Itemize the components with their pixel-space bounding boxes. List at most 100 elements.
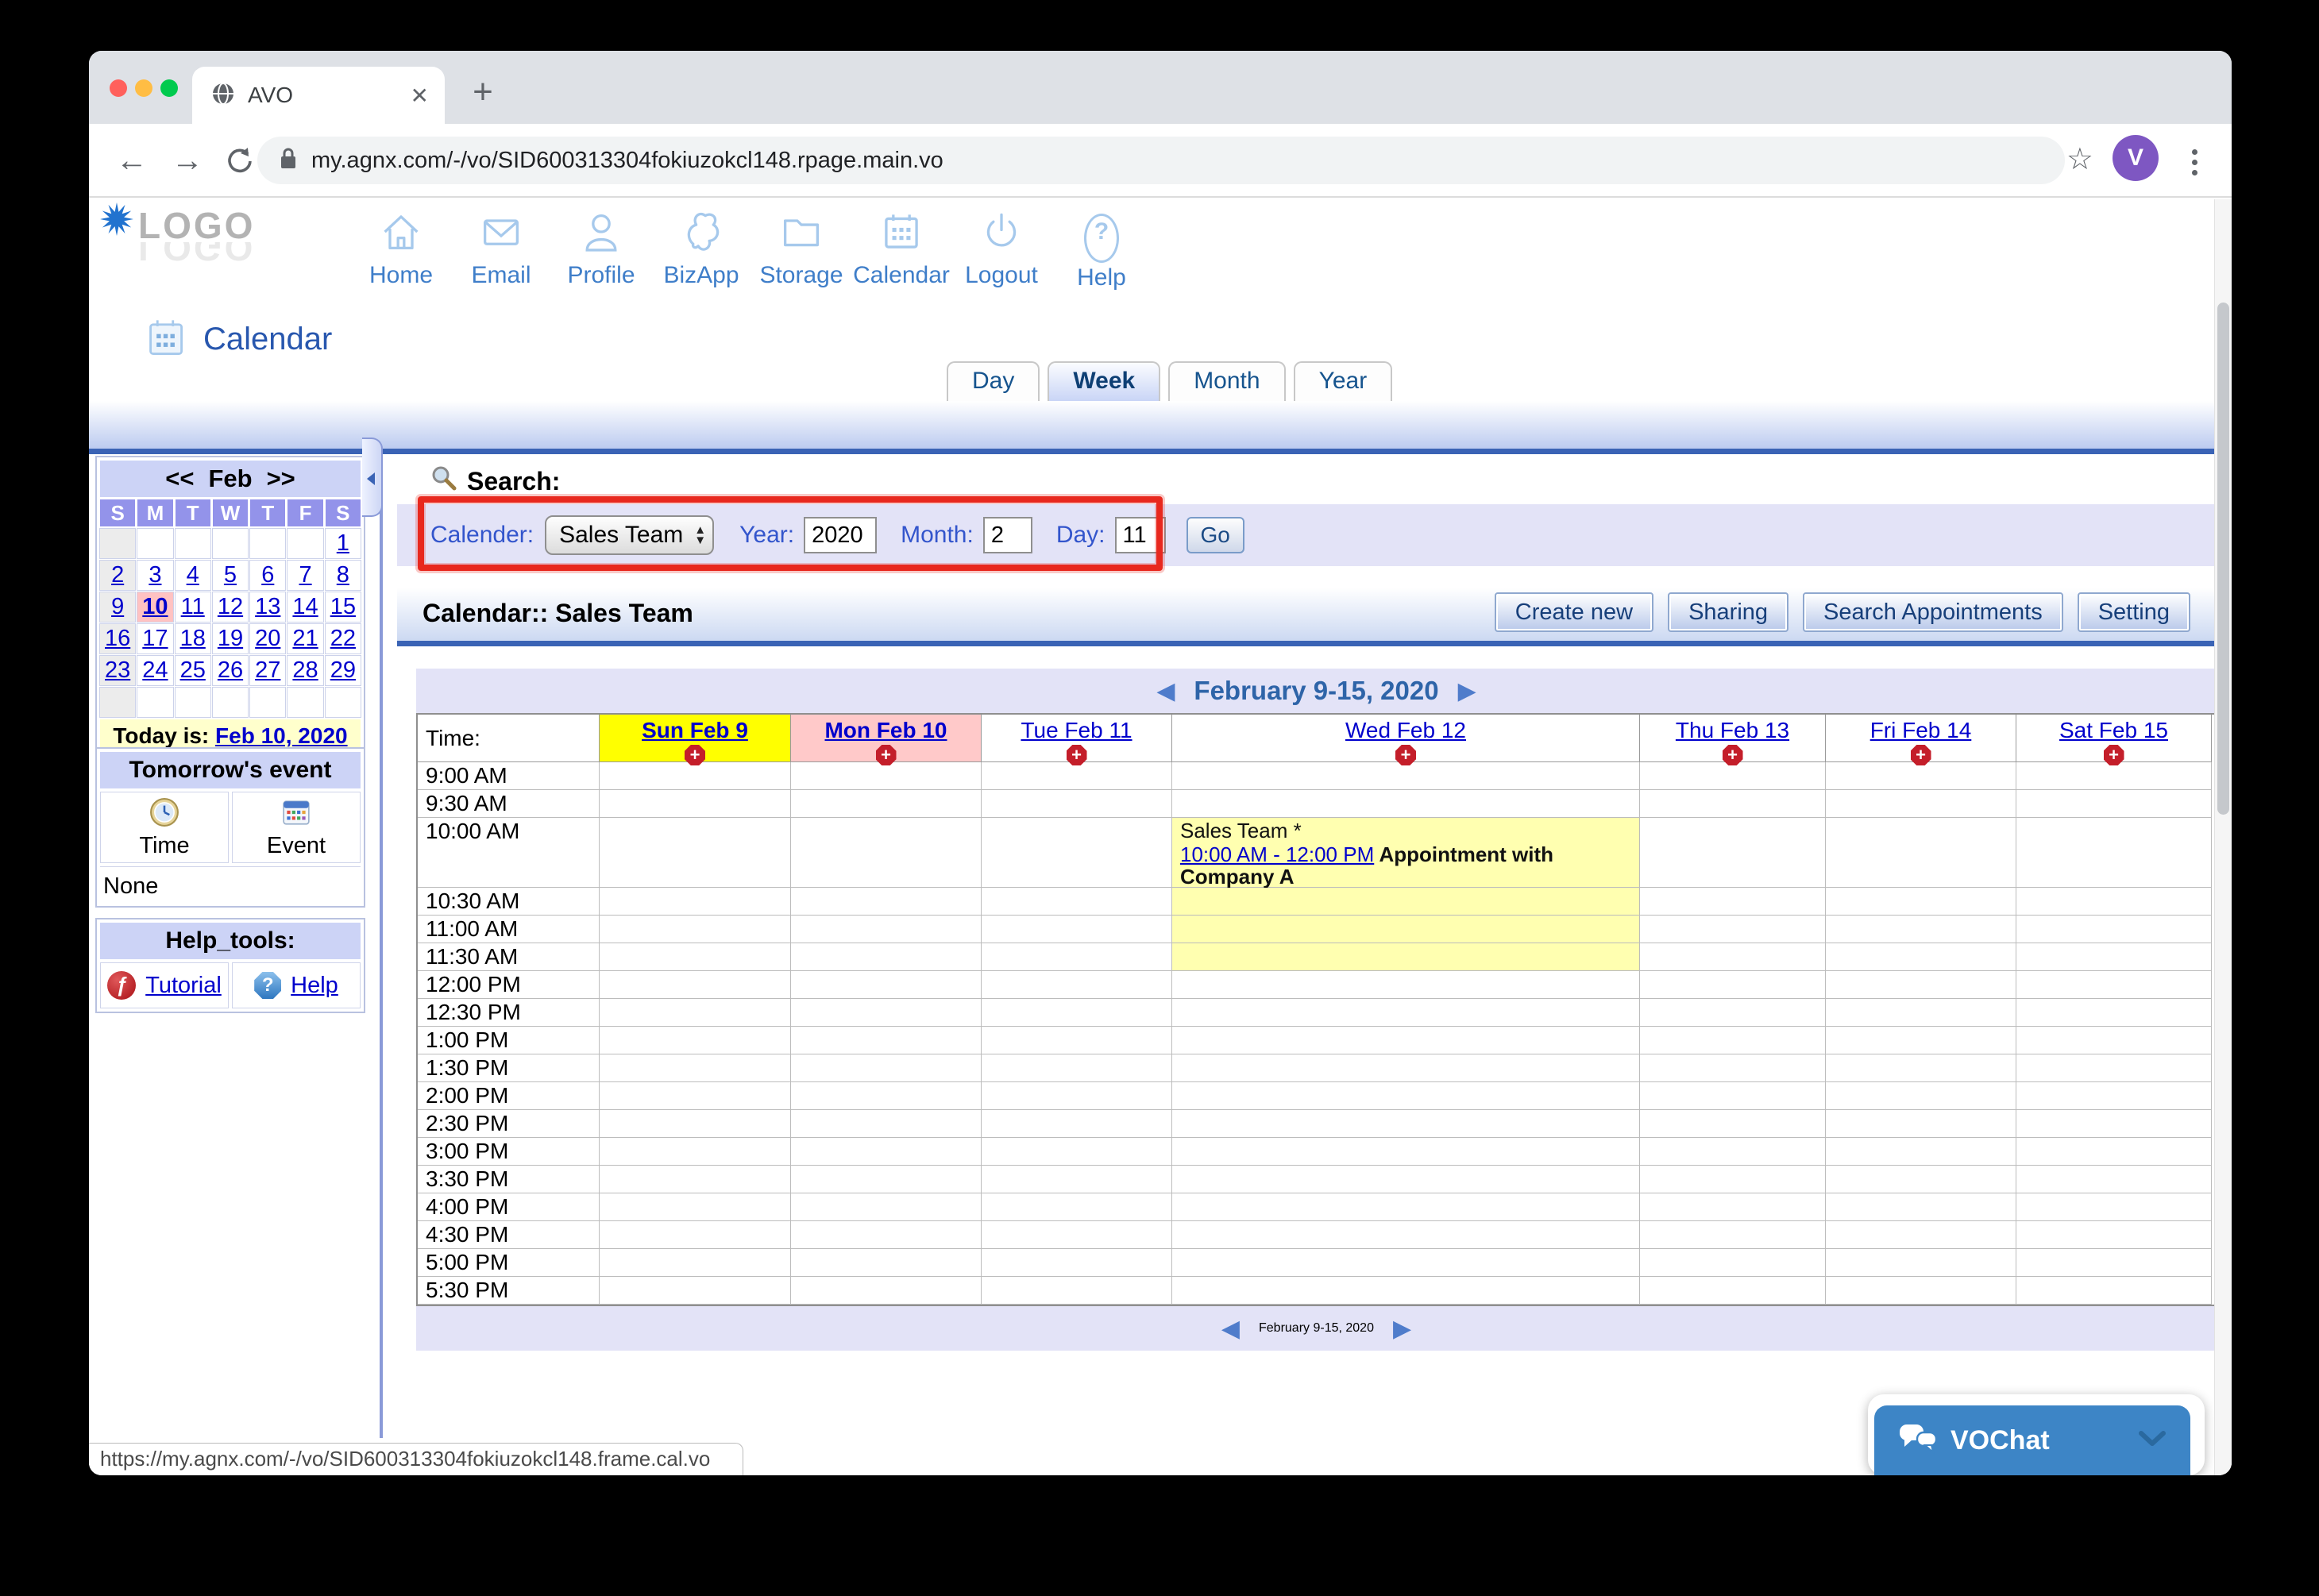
back-icon[interactable]: ← (116, 143, 148, 179)
calendar-slot[interactable] (600, 999, 791, 1027)
help-link[interactable]: Help (291, 973, 338, 999)
profile-avatar[interactable]: V (2113, 135, 2159, 181)
calendar-slot[interactable] (791, 818, 982, 888)
calendar-slot[interactable] (791, 1054, 982, 1082)
nav-item-profile[interactable]: Profile (551, 207, 651, 291)
tab-week[interactable]: Week (1048, 361, 1160, 401)
calendar-slot[interactable] (2016, 943, 2212, 971)
calendar-slot[interactable] (982, 916, 1172, 943)
tab-year[interactable]: Year (1294, 361, 1393, 401)
calendar-slot[interactable] (600, 888, 791, 916)
calendar-slot[interactable] (2016, 1110, 2212, 1138)
calendar-slot[interactable] (791, 790, 982, 818)
calendar-slot[interactable] (982, 971, 1172, 999)
year-input[interactable] (804, 517, 877, 553)
close-tab-icon[interactable]: ✕ (411, 83, 429, 109)
calendar-slot[interactable] (982, 1221, 1172, 1249)
calendar-slot[interactable] (600, 1138, 791, 1166)
calendar-slot[interactable] (1172, 1193, 1640, 1221)
calendar-slot[interactable] (982, 888, 1172, 916)
calendar-slot[interactable] (2016, 1277, 2212, 1305)
next-week-icon[interactable]: ▶ (1393, 1315, 1411, 1343)
mini-calendar-day[interactable]: 19 (213, 624, 248, 653)
vochat-bar[interactable]: VOChat (1874, 1405, 2190, 1475)
nav-item-email[interactable]: Email (451, 207, 551, 291)
calendar-slot[interactable] (1640, 1082, 1826, 1110)
calendar-slot[interactable] (600, 1166, 791, 1193)
mini-calendar-day[interactable]: 26 (213, 656, 248, 685)
mini-calendar-day[interactable]: 12 (213, 592, 248, 622)
calendar-slot[interactable] (2016, 1027, 2212, 1054)
calendar-slot[interactable] (982, 1277, 1172, 1305)
appointment-block[interactable]: Sales Team *10:00 AM - 12:00 PM Appointm… (1172, 818, 1640, 888)
day-input[interactable] (1115, 517, 1166, 553)
month-input[interactable] (983, 517, 1032, 553)
calendar-slot[interactable] (2016, 971, 2212, 999)
mini-calendar-day[interactable]: 2 (100, 561, 135, 590)
prev-month-button[interactable]: << (165, 465, 194, 493)
calendar-slot[interactable] (982, 1054, 1172, 1082)
new-tab-icon[interactable]: + (461, 71, 505, 116)
calendar-slot[interactable] (1172, 916, 1640, 943)
calendar-slot[interactable] (982, 999, 1172, 1027)
calendar-slot[interactable] (1172, 888, 1640, 916)
mini-calendar-day[interactable]: 8 (326, 561, 361, 590)
mini-calendar-day[interactable]: 20 (250, 624, 285, 653)
scrollbar-thumb[interactable] (2217, 303, 2229, 815)
calendar-slot[interactable] (982, 1166, 1172, 1193)
calendar-slot[interactable] (791, 1110, 982, 1138)
calendar-slot[interactable] (1826, 1277, 2016, 1305)
calendar-slot[interactable] (791, 1082, 982, 1110)
calendar-slot[interactable] (2016, 1138, 2212, 1166)
calendar-slot[interactable] (1826, 1110, 2016, 1138)
calendar-slot[interactable] (982, 1249, 1172, 1277)
calendar-slot[interactable] (600, 971, 791, 999)
mini-calendar-day[interactable]: 18 (176, 624, 210, 653)
today-link[interactable]: Feb 10, 2020 (215, 723, 348, 748)
zoom-window-button[interactable] (160, 79, 178, 97)
calendar-slot[interactable] (1640, 1249, 1826, 1277)
calendar-slot[interactable] (791, 762, 982, 790)
calendar-slot[interactable] (791, 916, 982, 943)
mini-calendar-day[interactable]: 3 (137, 561, 172, 590)
calendar-slot[interactable] (1172, 1110, 1640, 1138)
calendar-slot[interactable] (1640, 999, 1826, 1027)
bookmark-star-icon[interactable]: ☆ (2066, 141, 2093, 177)
calendar-slot[interactable] (1172, 1221, 1640, 1249)
calendar-slot[interactable] (600, 1193, 791, 1221)
calendar-slot[interactable] (1640, 1138, 1826, 1166)
calendar-slot[interactable] (791, 999, 982, 1027)
calendar-slot[interactable] (600, 818, 791, 888)
calendar-slot[interactable] (1640, 971, 1826, 999)
calendar-slot[interactable] (1826, 762, 2016, 790)
calendar-slot[interactable] (982, 1110, 1172, 1138)
calendar-slot[interactable] (1826, 1221, 2016, 1249)
calendar-slot[interactable] (1640, 1054, 1826, 1082)
search-appointments-button[interactable]: Search Appointments (1803, 592, 2063, 632)
mini-calendar-day[interactable]: 21 (287, 624, 322, 653)
mini-calendar-day[interactable]: 6 (250, 561, 285, 590)
calendar-slot[interactable] (600, 1054, 791, 1082)
page-scrollbar[interactable] (2214, 199, 2232, 1475)
next-week-icon[interactable]: ▶ (1458, 677, 1476, 705)
close-window-button[interactable] (110, 79, 127, 97)
setting-button[interactable]: Setting (2078, 592, 2190, 632)
reload-icon[interactable] (224, 145, 256, 180)
mini-calendar-day[interactable]: 28 (287, 656, 322, 685)
tab-day[interactable]: Day (947, 361, 1040, 401)
calendar-slot[interactable] (1640, 1166, 1826, 1193)
calendar-slot[interactable] (2016, 762, 2212, 790)
calendar-slot[interactable] (600, 1221, 791, 1249)
mini-calendar-day[interactable]: 22 (326, 624, 361, 653)
chevron-down-icon[interactable] (2138, 1430, 2167, 1451)
calendar-slot[interactable] (1640, 943, 1826, 971)
mini-calendar-day[interactable]: 5 (213, 561, 248, 590)
calendar-slot[interactable] (1826, 971, 2016, 999)
calendar-slot[interactable] (1640, 762, 1826, 790)
nav-item-storage[interactable]: Storage (751, 207, 851, 291)
calendar-slot[interactable] (2016, 1166, 2212, 1193)
calendar-slot[interactable] (1172, 762, 1640, 790)
browser-tab[interactable]: AVO ✕ (192, 67, 445, 124)
calendar-slot[interactable] (791, 1138, 982, 1166)
tab-month[interactable]: Month (1168, 361, 1285, 401)
